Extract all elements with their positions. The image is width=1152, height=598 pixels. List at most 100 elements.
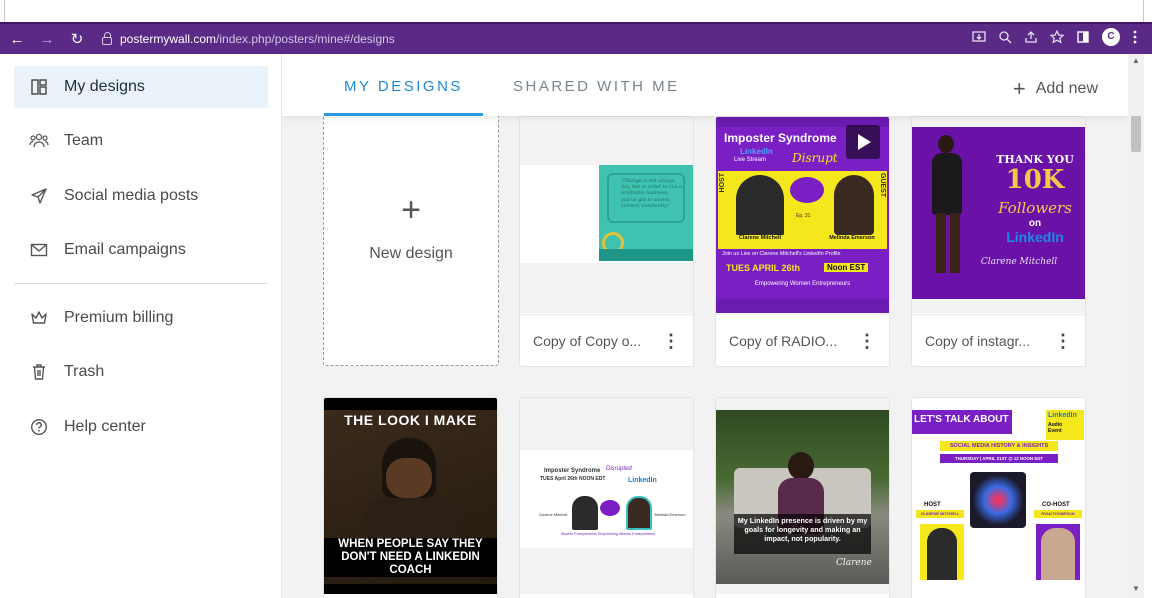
sidebar-item-label: Email campaigns xyxy=(64,241,186,258)
poster-footer: Women Entrepreneurs Empowering Women Ent… xyxy=(560,532,656,536)
guest-name: Melinda Emerson xyxy=(826,235,878,241)
design-card[interactable]: My LinkedIn presence is driven by my goa… xyxy=(715,397,890,598)
scrollbar-thumb[interactable] xyxy=(1131,116,1141,152)
host-name: CLARENE MITCHELL xyxy=(916,510,964,518)
poster-date: TUES April 26th NOON EDT xyxy=(540,476,606,482)
sidebar-item-email-campaigns[interactable]: Email campaigns xyxy=(14,229,268,271)
page-scrollbar[interactable]: ▲ ▼ xyxy=(1128,54,1144,598)
poster-sub2: Live Stream xyxy=(734,157,767,163)
profile-avatar[interactable]: C xyxy=(1102,28,1120,46)
send-icon xyxy=(28,187,50,205)
active-tab-indicator xyxy=(324,113,483,116)
cohost-label: CO-HOST xyxy=(1042,502,1070,508)
share-icon[interactable] xyxy=(1024,30,1038,44)
card-title[interactable]: Copy of RADIO... xyxy=(729,333,857,349)
host-label: HOST xyxy=(924,502,941,508)
plus-icon: + xyxy=(401,191,421,229)
sidebar: My designs Team Social media posts Email… xyxy=(0,54,282,598)
new-design-label: New design xyxy=(369,245,453,262)
scroll-down-icon[interactable]: ▼ xyxy=(1128,584,1144,593)
design-card[interactable]: Imposter Syndrome LinkedIn Live Stream D… xyxy=(715,116,890,367)
poster-script: Disrupt xyxy=(792,151,838,165)
poster-time: Noon EST xyxy=(824,263,869,272)
design-card[interactable]: THE LOOK I MAKE WHEN PEOPLE SAY THEY DON… xyxy=(323,397,498,598)
followers-count: 10K xyxy=(1005,165,1065,195)
window-top-strip xyxy=(0,0,1152,22)
episode-label: Ep. 31 xyxy=(796,213,811,219)
guest-name: Melinda Emerson xyxy=(654,512,686,517)
meme-top-text: THE LOOK I MAKE xyxy=(344,412,477,428)
design-thumbnail[interactable]: My LinkedIn presence is driven by my goa… xyxy=(716,398,889,594)
design-card[interactable]: "Change is not always fun, but in order … xyxy=(519,116,694,367)
audio-event: Audio Event xyxy=(1048,422,1063,434)
sidebar-item-label: Trash xyxy=(64,363,105,380)
signature: Clarene xyxy=(836,558,872,568)
host-name: Clarene Mitchell xyxy=(538,512,568,517)
reload-icon[interactable]: ↻ xyxy=(64,30,90,48)
scroll-up-icon[interactable]: ▲ xyxy=(1128,56,1144,65)
card-quote: "Change is not always fun, but in order … xyxy=(621,179,682,209)
sidebar-item-label: Premium billing xyxy=(64,309,174,326)
menu-kebab-icon[interactable] xyxy=(1132,30,1138,44)
play-icon[interactable] xyxy=(846,125,880,159)
card-title[interactable]: Copy of Copy o... xyxy=(533,333,661,349)
host-name: Clarene Mitchell xyxy=(734,235,786,241)
host-label: HOST xyxy=(719,173,726,193)
poster-linkedin: LinkedIn xyxy=(1048,412,1077,419)
forward-icon[interactable]: → xyxy=(34,31,60,48)
signature: Clarene Mitchell xyxy=(980,257,1058,267)
mail-icon xyxy=(28,242,50,258)
address-bar[interactable]: postermywall.com/index.php/posters/mine#… xyxy=(92,28,942,50)
poster-title: Imposter Syndrome xyxy=(724,131,837,145)
lock-icon[interactable] xyxy=(102,31,112,45)
card-footer: Copy of Copy o... ⋮ xyxy=(520,314,693,366)
browser-toolbar: ← → ↻ postermywall.com/index.php/posters… xyxy=(0,22,1152,54)
design-card[interactable]: LET'S TALK ABOUT IT LinkedIn Audio Event… xyxy=(911,397,1086,598)
sidebar-item-trash[interactable]: Trash xyxy=(14,351,268,393)
sidebar-item-my-designs[interactable]: My designs xyxy=(14,66,268,108)
new-design-card[interactable]: + New design xyxy=(323,106,499,366)
linkedin-text: LinkedIn xyxy=(1006,229,1064,245)
poster-date: TUES APRIL 26th xyxy=(726,263,801,273)
more-options-icon[interactable]: ⋮ xyxy=(857,332,877,350)
more-options-icon[interactable]: ⋮ xyxy=(1053,332,1073,350)
sidebar-item-label: My designs xyxy=(64,78,145,95)
design-card[interactable]: THANK YOU 10K Followers on LinkedIn Clar… xyxy=(911,116,1086,367)
help-icon xyxy=(28,418,50,436)
cohost-name: RYAN THOMPSON xyxy=(1034,510,1082,518)
meme-bottom-text: WHEN PEOPLE SAY THEY DON'T NEED A LINKED… xyxy=(324,538,497,577)
sidebar-item-help-center[interactable]: Help center xyxy=(14,406,268,448)
poster-head: Imposter Syndrome xyxy=(544,468,601,474)
on-text: on xyxy=(1028,218,1042,229)
card-footer: Copy of RADIO... ⋮ xyxy=(716,314,889,366)
more-options-icon[interactable]: ⋮ xyxy=(661,332,681,350)
design-thumbnail[interactable]: THE LOOK I MAKE WHEN PEOPLE SAY THEY DON… xyxy=(324,398,497,594)
back-icon[interactable]: ← xyxy=(4,31,30,48)
tab-shared-with-me[interactable]: SHARED WITH ME xyxy=(513,78,680,95)
sidebar-item-premium-billing[interactable]: Premium billing xyxy=(14,297,268,339)
design-card[interactable]: Imposter Syndrome Disrupted TUES April 2… xyxy=(519,397,694,598)
tabs-bar: MY DESIGNS SHARED WITH ME + Add new xyxy=(282,54,1128,116)
poster-date: THURSDAY | APRIL 21ST @ 12 NOON EDT xyxy=(940,454,1058,463)
card-title[interactable]: Copy of instagr... xyxy=(925,333,1053,349)
sidebar-item-team[interactable]: Team xyxy=(14,120,268,162)
url-domain: postermywall.com xyxy=(120,32,217,46)
tab-my-designs[interactable]: MY DESIGNS xyxy=(344,78,463,95)
followers-text: Followers xyxy=(998,199,1072,217)
design-thumbnail[interactable]: Imposter Syndrome LinkedIn Live Stream D… xyxy=(716,117,889,313)
design-thumbnail[interactable]: LET'S TALK ABOUT IT LinkedIn Audio Event… xyxy=(912,398,1085,594)
plus-icon: + xyxy=(1012,76,1026,101)
add-new-button[interactable]: + Add new xyxy=(1013,76,1098,102)
side-panel-icon[interactable] xyxy=(1076,30,1090,44)
sidebar-item-social-media-posts[interactable]: Social media posts xyxy=(14,175,268,217)
install-icon[interactable] xyxy=(972,30,986,44)
design-thumbnail[interactable]: Imposter Syndrome Disrupted TUES April 2… xyxy=(520,398,693,594)
design-thumbnail[interactable]: "Change is not always fun, but in order … xyxy=(520,117,693,313)
layout-icon xyxy=(28,78,50,96)
design-thumbnail[interactable]: THANK YOU 10K Followers on LinkedIn Clar… xyxy=(912,117,1085,313)
designs-main: MY DESIGNS SHARED WITH ME + Add new + Ne… xyxy=(282,54,1128,598)
zoom-icon[interactable] xyxy=(998,30,1012,44)
sidebar-item-label: Social media posts xyxy=(64,187,199,204)
bookmark-star-icon[interactable] xyxy=(1050,30,1064,44)
crown-icon xyxy=(28,310,50,326)
